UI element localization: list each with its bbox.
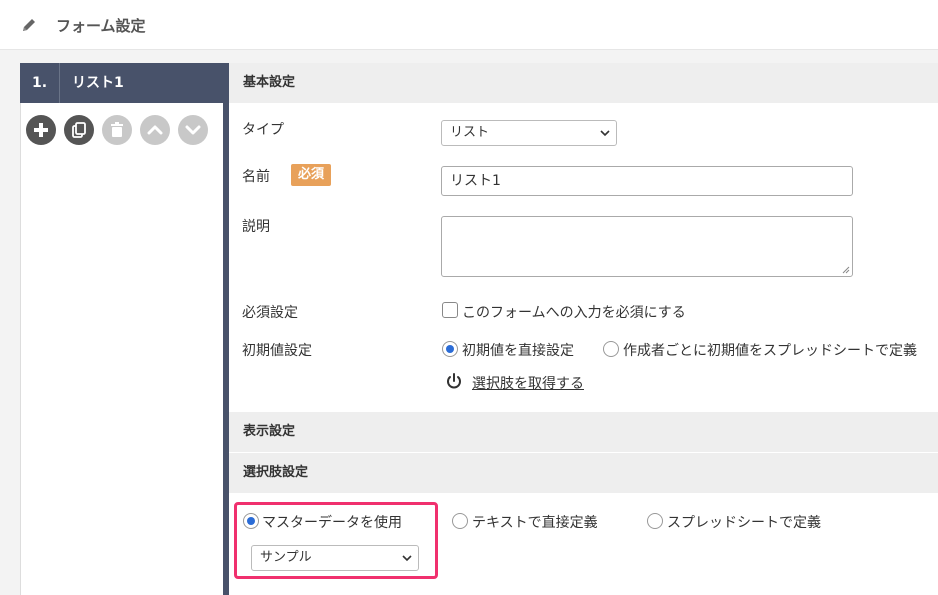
required-badge: 必須	[291, 164, 331, 186]
name-input-value: リスト1	[450, 173, 501, 189]
initial-direct-radio[interactable]	[442, 341, 458, 357]
basic-settings-header: 基本設定	[229, 63, 938, 103]
add-button[interactable]	[26, 115, 56, 145]
page-header: フォーム設定	[0, 0, 938, 50]
initial-sheet-label[interactable]: 作成者ごとに初期値をスプレッドシートで定義	[623, 340, 917, 360]
text-define-radio[interactable]	[452, 513, 468, 529]
text-define-label[interactable]: テキストで直接定義	[472, 512, 598, 532]
choice-settings-header: 選択肢設定	[229, 453, 938, 493]
resize-grip-icon[interactable]	[842, 266, 850, 274]
field-list-item[interactable]: 1. リスト1	[20, 63, 223, 103]
page-title: フォーム設定	[56, 17, 146, 35]
description-label: 説明	[242, 219, 270, 235]
trash-icon	[111, 122, 123, 137]
copy-icon	[72, 122, 86, 138]
move-up-button[interactable]	[140, 115, 170, 145]
type-select[interactable]: リスト	[441, 120, 617, 146]
power-icon	[447, 373, 461, 389]
chevron-up-icon	[147, 125, 163, 135]
chevron-down-icon	[600, 130, 610, 137]
delete-button[interactable]	[102, 115, 132, 145]
required-checkbox[interactable]	[442, 302, 458, 318]
initial-value-label: 初期値設定	[242, 343, 312, 359]
copy-button[interactable]	[64, 115, 94, 145]
fetch-choices-link[interactable]: 選択肢を取得する	[472, 373, 584, 393]
display-settings-header: 表示設定	[229, 412, 938, 452]
field-number: 1.	[20, 63, 60, 103]
pencil-icon	[23, 19, 35, 31]
sheet-define-radio[interactable]	[647, 513, 663, 529]
sheet-define-label[interactable]: スプレッドシートで定義	[667, 512, 821, 532]
chevron-down-icon	[185, 125, 201, 135]
required-checkbox-label[interactable]: このフォームへの入力を必須にする	[462, 302, 686, 322]
type-select-value: リスト	[450, 125, 490, 140]
name-label: 名前	[242, 169, 270, 185]
type-label: タイプ	[242, 122, 284, 138]
description-textarea[interactable]	[441, 216, 853, 277]
highlight-box	[234, 502, 438, 579]
name-input[interactable]: リスト1	[441, 166, 853, 196]
field-name: リスト1	[72, 75, 124, 91]
initial-sheet-radio[interactable]	[603, 341, 619, 357]
initial-direct-label[interactable]: 初期値を直接設定	[462, 340, 574, 360]
move-down-button[interactable]	[178, 115, 208, 145]
required-setting-label: 必須設定	[242, 305, 298, 321]
add-icon	[34, 123, 48, 137]
